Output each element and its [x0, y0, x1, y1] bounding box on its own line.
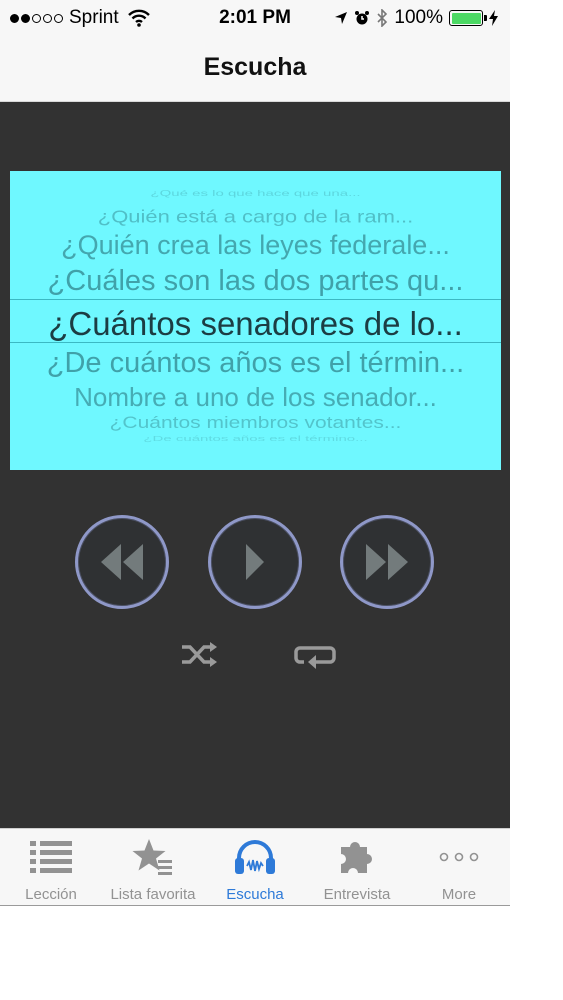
play-button[interactable]	[208, 515, 302, 609]
rewind-button[interactable]	[75, 515, 169, 609]
repeat-icon	[294, 646, 336, 669]
shuffle-icon	[182, 642, 217, 667]
tab-entrevista[interactable]: Entrevista	[306, 829, 408, 906]
picker-selection-bottom-line	[10, 342, 501, 343]
phone-screen: Sprint 2:01 PM 100% Escucha ¿Qué es lo q…	[0, 0, 510, 906]
tab-label: Entrevista	[323, 886, 391, 903]
headphones-icon	[235, 840, 275, 874]
tab-label: Lección	[25, 886, 77, 903]
list-icon	[30, 841, 72, 873]
puzzle-icon	[341, 841, 372, 873]
picker-selected-row[interactable]: ¿Cuántos senadores de lo...	[10, 305, 501, 343]
repeat-button[interactable]	[294, 642, 336, 675]
picker-row[interactable]: ¿Cuántos miembros votantes...	[10, 413, 501, 432]
picker-row[interactable]: ¿De cuántos años es el términ...	[10, 347, 501, 380]
tab-escucha[interactable]: Escucha	[204, 829, 306, 906]
more-icon	[439, 852, 479, 862]
tab-label: Escucha	[226, 886, 284, 903]
play-icon	[246, 544, 264, 580]
tab-more[interactable]: More	[408, 829, 510, 906]
tab-lista-favorita[interactable]: Lista favorita	[102, 829, 204, 906]
tab-label: More	[441, 886, 477, 903]
status-bar: Sprint 2:01 PM 100%	[0, 0, 510, 36]
status-right: 100%	[334, 7, 498, 29]
tab-leccion[interactable]: Lección	[0, 829, 102, 906]
picker-row[interactable]: Nombre a uno de los senador...	[10, 382, 501, 413]
bottom-divider	[0, 905, 510, 906]
star-list-icon	[132, 839, 172, 875]
bluetooth-icon	[377, 9, 388, 27]
playback-controls	[0, 515, 510, 615]
alarm-icon	[355, 11, 370, 25]
tab-label: Lista favorita	[110, 886, 196, 903]
picker-row[interactable]: ¿Quién está a cargo de la ram...	[10, 207, 501, 228]
picker-row[interactable]: ¿Qué es lo que hace que una...	[10, 189, 501, 198]
picker-selection-top-line	[10, 299, 501, 300]
tab-bar: Lección Lista favorita Escucha Entrevist…	[0, 828, 510, 906]
navigation-bar: Escucha	[0, 36, 510, 102]
question-picker[interactable]: ¿Qué es lo que hace que una... ¿Quién es…	[10, 171, 501, 470]
page-title: Escucha	[203, 53, 307, 81]
player-content: ¿Qué es lo que hace que una... ¿Quién es…	[0, 102, 510, 828]
picker-row[interactable]: ¿Quién crea las leyes federale...	[10, 230, 501, 261]
shuffle-button[interactable]	[180, 642, 218, 673]
battery-icon	[449, 10, 487, 26]
charging-bolt-icon	[489, 10, 498, 26]
battery-percent: 100%	[394, 7, 443, 28]
picker-row[interactable]: ¿Cuáles son las dos partes qu...	[10, 265, 501, 298]
fast-forward-button[interactable]	[340, 515, 434, 609]
location-arrow-icon	[335, 12, 348, 24]
picker-row[interactable]: ¿De cuántos años es el término...	[10, 434, 501, 443]
rewind-icon	[101, 544, 143, 580]
fast-forward-icon	[366, 544, 408, 580]
